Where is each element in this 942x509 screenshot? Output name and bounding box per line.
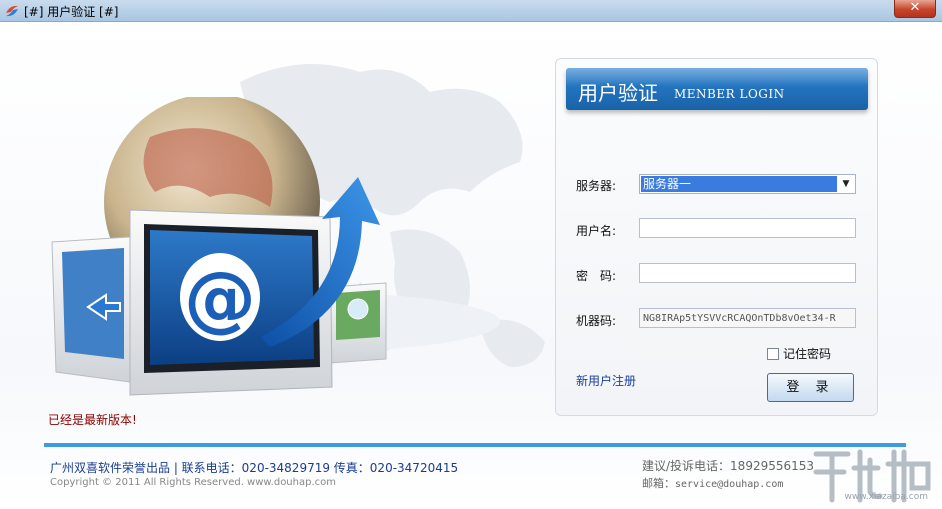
version-status: 已经是最新版本! <box>48 413 137 427</box>
close-icon: ✕ <box>909 0 921 15</box>
remember-password-checkbox[interactable] <box>767 348 779 360</box>
app-logo-icon <box>6 5 18 17</box>
left-monitor-icon <box>51 236 131 383</box>
remember-password[interactable]: 记住密码 <box>767 345 831 362</box>
at-sign-icon: @ <box>184 256 256 340</box>
login-button[interactable]: 登 录 <box>767 373 854 402</box>
password-input[interactable] <box>639 263 856 283</box>
main-content: @ 已经是最新版本! 用户验证 MENBER LOGIN 服务器: 服务器一 ▼… <box>0 22 942 509</box>
panel-header: 用户验证 MENBER LOGIN <box>566 68 868 110</box>
machine-code-label: 机器码: <box>576 314 617 328</box>
username-input[interactable] <box>639 218 856 238</box>
main-monitor-icon: @ <box>129 209 333 396</box>
footer-email: 邮箱：service@douhap.com <box>642 475 783 491</box>
hero-illustration: @ <box>51 97 387 396</box>
panel-subtitle: MENBER LOGIN <box>674 87 785 101</box>
remember-password-label: 记住密码 <box>783 347 832 361</box>
password-label: 密 码: <box>576 269 617 283</box>
window-title: [#] 用户验证 [#] <box>24 5 119 19</box>
panel-title: 用户验证 <box>578 81 658 105</box>
username-label: 用户名: <box>576 224 617 238</box>
footer-copyright: Copyright © 2011 All Rights Reserved. ww… <box>50 477 336 488</box>
machine-code-input[interactable] <box>639 308 856 328</box>
title-bar: [#] 用户验证 [#] ✕ <box>0 0 942 22</box>
login-panel: 用户验证 MENBER LOGIN 服务器: 服务器一 ▼ 用户名: 密 码: … <box>555 58 878 416</box>
footer-complaint-phone: 建议/投诉电话：18929556153 <box>642 459 815 473</box>
chevron-down-icon[interactable]: ▼ <box>837 175 855 193</box>
server-select[interactable]: 服务器一 ▼ <box>639 174 856 194</box>
server-label: 服务器: <box>576 179 617 193</box>
footer-email-label: 邮箱： <box>642 477 675 490</box>
footer-company-info: 广州双喜软件荣誉出品 | 联系电话：020-34829719 传真：020-34… <box>50 461 459 475</box>
footer-divider <box>44 443 906 447</box>
register-link[interactable]: 新用户注册 <box>576 372 636 389</box>
watermark-text: www.xiazaiba.com <box>844 492 928 502</box>
close-button[interactable]: ✕ <box>894 0 936 18</box>
footer-email-value: service@douhap.com <box>675 479 784 490</box>
server-select-value: 服务器一 <box>641 176 837 192</box>
